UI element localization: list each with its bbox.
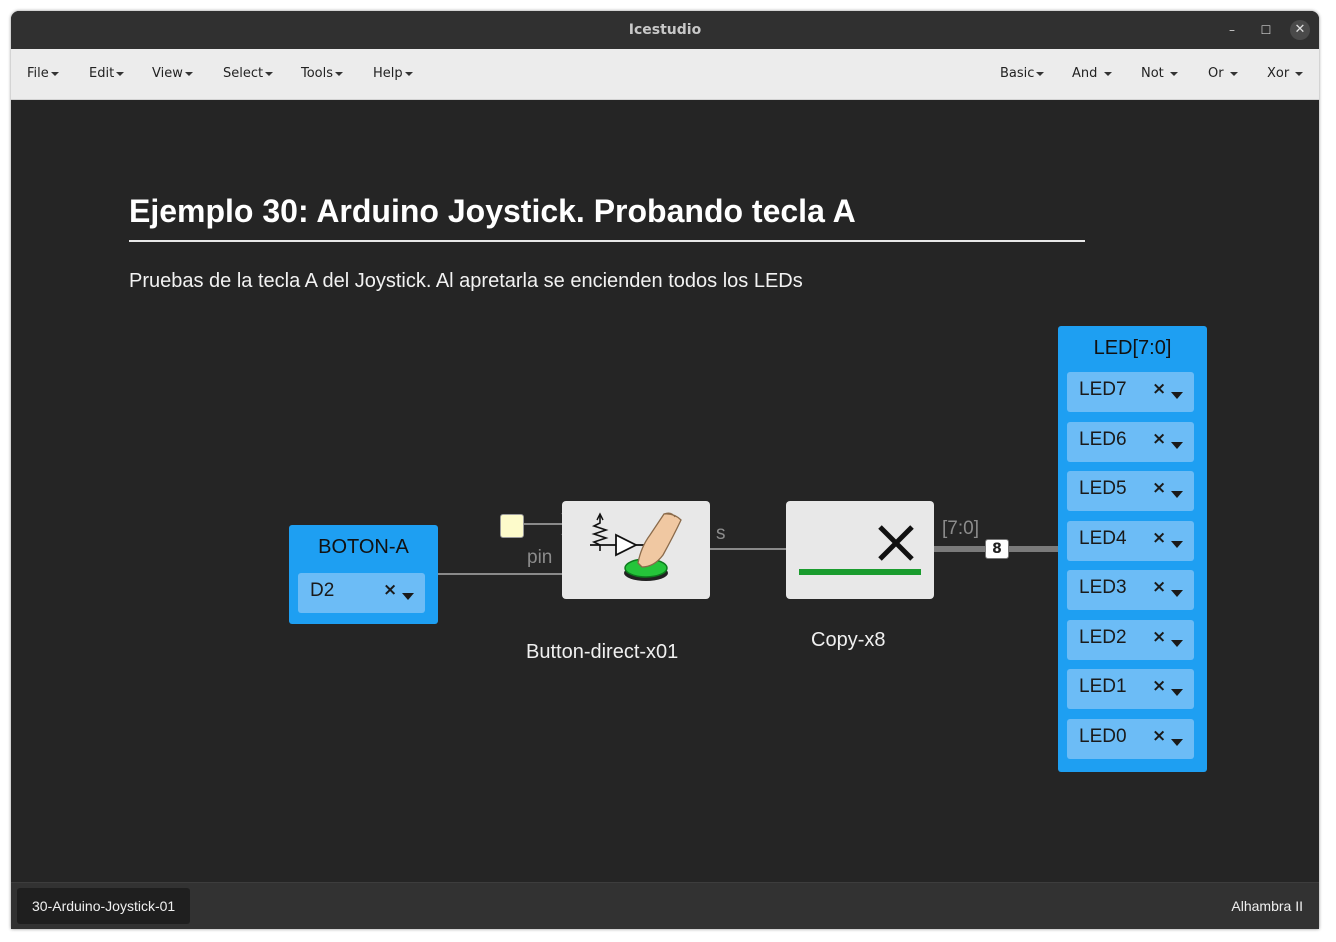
- pin-select-led6[interactable]: LED6 ×: [1067, 422, 1194, 462]
- chevron-down-icon[interactable]: [1171, 491, 1183, 498]
- chevron-down-icon: [265, 71, 274, 76]
- clear-icon[interactable]: ×: [1152, 726, 1166, 746]
- clear-icon[interactable]: ×: [1152, 676, 1166, 696]
- output-block-title: LED[7:0]: [1093, 337, 1172, 359]
- clear-icon[interactable]: ×: [1152, 429, 1166, 449]
- constant-input[interactable]: [500, 514, 524, 538]
- menu-xor-label: Xor: [1267, 66, 1290, 81]
- menu-basic[interactable]: Basic: [1000, 49, 1045, 99]
- input-block-title: BOTON-A: [318, 536, 409, 558]
- chevron-down-icon: [116, 71, 125, 76]
- chevron-down-icon[interactable]: [1171, 689, 1183, 696]
- menu-tools[interactable]: Tools: [301, 49, 344, 99]
- menu-not[interactable]: Not: [1141, 49, 1178, 99]
- bus-width-badge: 8: [985, 539, 1009, 559]
- menu-view[interactable]: View: [152, 49, 193, 99]
- menu-help-label: Help: [373, 66, 403, 81]
- menu-select[interactable]: Select: [223, 49, 274, 99]
- chevron-down-icon[interactable]: [1171, 739, 1183, 746]
- button-direct-module[interactable]: [562, 501, 710, 599]
- pin-select-led1[interactable]: LED1 ×: [1067, 669, 1194, 709]
- copy-x8-module[interactable]: [786, 501, 934, 599]
- port-label-pin: pin: [527, 547, 553, 568]
- clear-icon[interactable]: ×: [1152, 577, 1166, 597]
- pin-select-led7[interactable]: LED7 ×: [1067, 372, 1194, 412]
- copy-icon: [799, 525, 921, 575]
- clear-icon[interactable]: ×: [1152, 379, 1166, 399]
- pin-select-value: LED2: [1079, 627, 1127, 648]
- bus-range-label: [7:0]: [942, 518, 979, 539]
- chevron-down-icon[interactable]: [1171, 590, 1183, 597]
- chevron-down-icon: [404, 71, 413, 76]
- menu-edit-label: Edit: [89, 66, 115, 81]
- pin-select-value: LED3: [1079, 577, 1127, 598]
- pin-select-led4[interactable]: LED4 ×: [1067, 521, 1194, 561]
- clear-icon[interactable]: ×: [1152, 528, 1166, 548]
- menu-bar: File Edit View Select Tools Help Basic A…: [11, 49, 1319, 100]
- pin-select-d2[interactable]: D2 ×: [298, 573, 425, 613]
- pin-select-led2[interactable]: LED2 ×: [1067, 620, 1194, 660]
- pin-select-led5[interactable]: LED5 ×: [1067, 471, 1194, 511]
- chevron-down-icon: [335, 71, 344, 76]
- button-module-label: Button-direct-x01: [526, 641, 679, 663]
- copy-module-label: Copy-x8: [811, 629, 886, 651]
- chevron-down-icon[interactable]: [1171, 442, 1183, 449]
- menu-or[interactable]: Or: [1208, 49, 1238, 99]
- pin-select-value: LED5: [1079, 478, 1127, 499]
- chevron-down-icon: [1169, 71, 1178, 76]
- pin-select-led3[interactable]: LED3 ×: [1067, 570, 1194, 610]
- menu-or-label: Or: [1208, 66, 1224, 81]
- chevron-down-icon: [50, 71, 59, 76]
- menu-not-label: Not: [1141, 66, 1164, 81]
- output-block-led[interactable]: LED[7:0] LED7 × LED6 × LED5 × LED4 × LED…: [1058, 326, 1207, 772]
- pin-select-value: LED6: [1079, 429, 1127, 450]
- status-bar: 30-Arduino-Joystick-01 Alhambra II: [11, 882, 1319, 929]
- menu-basic-label: Basic: [1000, 66, 1035, 81]
- project-tab[interactable]: 30-Arduino-Joystick-01: [17, 888, 191, 924]
- chevron-down-icon[interactable]: [402, 593, 414, 600]
- chevron-down-icon: [1103, 71, 1112, 76]
- circuit-canvas[interactable]: Ejemplo 30: Arduino Joystick. Probando t…: [11, 100, 1319, 929]
- menu-file[interactable]: File: [27, 49, 59, 99]
- pin-select-value: LED0: [1079, 726, 1127, 747]
- menu-and-label: And: [1072, 66, 1098, 81]
- menu-view-label: View: [152, 66, 183, 81]
- pin-select-led0[interactable]: LED0 ×: [1067, 719, 1194, 759]
- close-button[interactable]: ✕: [1290, 20, 1310, 40]
- board-name[interactable]: Alhambra II: [1231, 883, 1303, 929]
- pin-select-value: D2: [310, 580, 335, 601]
- chevron-down-icon[interactable]: [1171, 392, 1183, 399]
- chevron-down-icon: [184, 71, 193, 76]
- menu-edit[interactable]: Edit: [89, 49, 125, 99]
- pin-select-value: LED4: [1079, 528, 1127, 549]
- menu-select-label: Select: [223, 66, 264, 81]
- window-title: Icestudio: [628, 22, 702, 38]
- clear-icon[interactable]: ×: [1152, 478, 1166, 498]
- chevron-down-icon[interactable]: [1171, 541, 1183, 548]
- clear-icon[interactable]: ×: [383, 580, 397, 600]
- app-window: Icestudio – ☐ ✕ File Edit View Select To…: [11, 11, 1319, 929]
- maximize-button[interactable]: ☐: [1256, 20, 1276, 40]
- menu-tools-label: Tools: [301, 66, 334, 81]
- chevron-down-icon: [1036, 71, 1045, 76]
- menu-file-label: File: [27, 66, 49, 81]
- menu-and[interactable]: And: [1072, 49, 1112, 99]
- menu-help[interactable]: Help: [373, 49, 413, 99]
- clear-icon[interactable]: ×: [1152, 627, 1166, 647]
- pin-select-value: LED1: [1079, 676, 1127, 697]
- chevron-down-icon: [1295, 71, 1304, 76]
- pin-select-value: LED7: [1079, 379, 1127, 400]
- push-button-icon: [590, 512, 682, 581]
- title-bar: Icestudio – ☐ ✕: [11, 11, 1319, 49]
- chevron-down-icon[interactable]: [1171, 640, 1183, 647]
- menu-xor[interactable]: Xor: [1267, 49, 1304, 99]
- minimize-button[interactable]: –: [1222, 20, 1242, 40]
- input-block-boton-a[interactable]: BOTON-A D2 ×: [289, 525, 438, 624]
- chevron-down-icon: [1229, 71, 1238, 76]
- port-label-s: s: [716, 523, 726, 544]
